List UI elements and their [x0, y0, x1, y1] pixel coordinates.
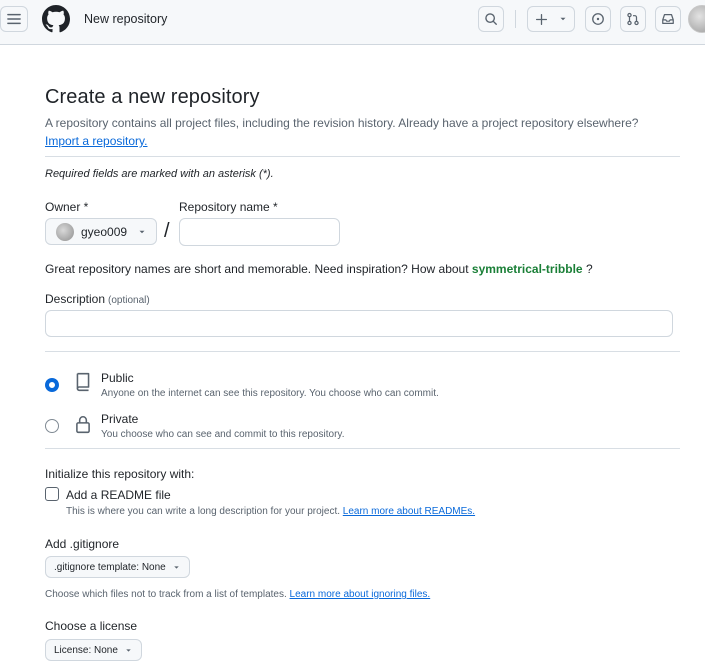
- license-dropdown[interactable]: License: None: [45, 639, 142, 661]
- readme-description: This is where you can write a long descr…: [66, 506, 476, 517]
- repo-name-input[interactable]: [179, 218, 340, 246]
- repo-icon: [76, 372, 90, 392]
- owner-repo-separator: /: [164, 220, 170, 242]
- owner-dropdown[interactable]: gyeo009: [45, 218, 157, 245]
- gitignore-template-dropdown[interactable]: .gitignore template: None: [45, 556, 190, 578]
- public-description: Anyone on the internet can see this repo…: [101, 388, 439, 399]
- issues-button[interactable]: [585, 6, 611, 32]
- plus-icon: [535, 13, 547, 25]
- repo-name-label: Repository name *: [179, 200, 278, 214]
- public-radio[interactable]: [45, 378, 59, 392]
- gitignore-description: Choose which files not to track from a l…: [45, 589, 431, 600]
- description-input[interactable]: [45, 310, 673, 337]
- readme-label[interactable]: Add a README file: [66, 488, 171, 502]
- menu-button[interactable]: [0, 6, 28, 32]
- import-repository-link[interactable]: Import a repository.: [45, 134, 147, 148]
- description-label: Description (optional): [45, 292, 150, 306]
- readme-checkbox[interactable]: [45, 487, 59, 501]
- hamburger-icon: [7, 13, 21, 25]
- header-divider: [515, 10, 516, 28]
- private-description: You choose who can see and commit to thi…: [101, 429, 345, 440]
- issue-icon: [592, 13, 604, 25]
- chevron-down-icon: [126, 648, 131, 652]
- license-title: Choose a license: [45, 619, 138, 633]
- gitignore-title: Add .gitignore: [45, 537, 120, 551]
- suggested-name-link[interactable]: symmetrical-tribble: [472, 262, 583, 276]
- chevron-down-icon: [173, 565, 179, 569]
- inbox-button[interactable]: [655, 6, 681, 32]
- search-button[interactable]: [478, 6, 504, 32]
- name-inspiration: Great repository names are short and mem…: [45, 262, 593, 276]
- public-title: Public: [101, 371, 134, 385]
- search-icon: [485, 13, 497, 25]
- lock-icon: [76, 416, 90, 434]
- divider: [45, 156, 680, 157]
- user-avatar[interactable]: [688, 5, 705, 33]
- header-title: New repository: [84, 12, 168, 26]
- divider: [45, 351, 680, 352]
- required-fields-note: Required fields are marked with an aster…: [45, 168, 274, 180]
- pull-requests-button[interactable]: [620, 6, 646, 32]
- private-radio[interactable]: [45, 419, 59, 433]
- initialize-title: Initialize this repository with:: [45, 467, 195, 481]
- owner-name: gyeo009: [81, 224, 128, 239]
- page-title: Create a new repository: [45, 86, 260, 108]
- page-description: A repository contains all project files,…: [45, 116, 639, 130]
- inbox-icon: [662, 14, 674, 24]
- chevron-down-icon: [560, 17, 565, 21]
- owner-avatar: [56, 222, 74, 241]
- github-logo-icon[interactable]: [42, 5, 70, 33]
- private-title: Private: [101, 412, 139, 426]
- app-header: New repository: [0, 0, 705, 45]
- create-new-button[interactable]: [527, 6, 575, 32]
- learn-ignoring-files-link[interactable]: Learn more about ignoring files.: [290, 589, 431, 600]
- divider: [45, 448, 680, 449]
- learn-readmes-link[interactable]: Learn more about READMEs.: [343, 506, 475, 517]
- owner-label: Owner *: [45, 200, 89, 214]
- chevron-down-icon: [139, 230, 145, 233]
- pull-request-icon: [627, 12, 639, 26]
